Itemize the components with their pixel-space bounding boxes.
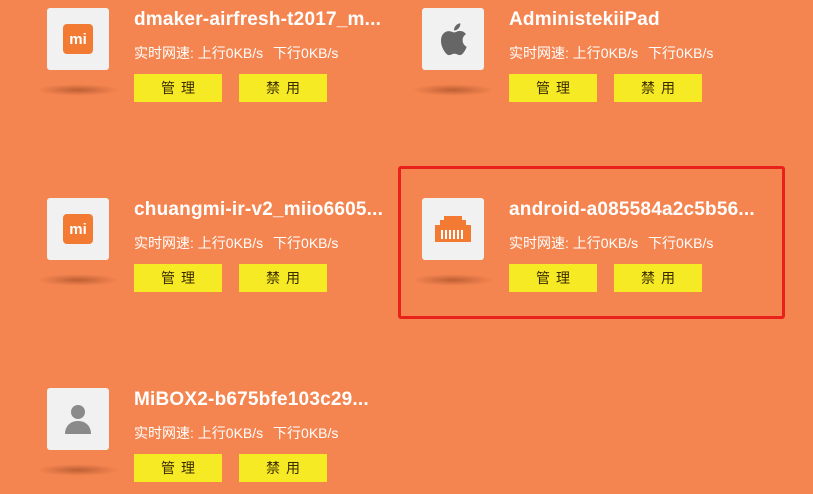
- icon-shadow: [411, 84, 495, 96]
- device-list: mi dmaker-airfresh-t2017_m... 实时网速: 上行0K…: [0, 0, 813, 494]
- download-speed: 下行0KB/s: [648, 45, 714, 61]
- disable-button[interactable]: 禁用: [239, 74, 327, 102]
- device-name: dmaker-airfresh-t2017_m...: [134, 9, 382, 30]
- user-avatar-icon: [65, 405, 91, 434]
- upload-speed: 上行0KB/s: [572, 235, 639, 251]
- speed-label: 实时网速:: [509, 235, 569, 251]
- disable-button[interactable]: 禁用: [614, 74, 702, 102]
- icon-shadow: [411, 274, 495, 286]
- device-name: MiBOX2-b675bfe103c29...: [134, 389, 369, 410]
- device-icon-box: [422, 8, 484, 70]
- device-icon-box: [422, 198, 484, 260]
- ethernet-port-icon: [435, 216, 471, 242]
- upload-speed: 上行0KB/s: [197, 425, 264, 441]
- icon-shadow: [36, 274, 120, 286]
- device-card: android-a085584a2c5b56... 实时网速: 上行0KB/s …: [375, 190, 755, 300]
- upload-speed: 上行0KB/s: [197, 235, 264, 251]
- manage-button[interactable]: 管理: [134, 454, 222, 482]
- speed-label: 实时网速:: [134, 425, 194, 441]
- disable-button[interactable]: 禁用: [239, 454, 327, 482]
- speed-label: 实时网速:: [509, 45, 569, 61]
- download-speed: 下行0KB/s: [273, 45, 339, 61]
- icon-shadow: [36, 464, 120, 476]
- download-speed: 下行0KB/s: [273, 235, 339, 251]
- device-card: mi dmaker-airfresh-t2017_m... 实时网速: 上行0K…: [0, 0, 381, 110]
- speed-row: 实时网速: 上行0KB/s 下行0KB/s: [509, 43, 713, 63]
- manage-button[interactable]: 管理: [134, 264, 222, 292]
- device-icon-box: [47, 388, 109, 450]
- xiaomi-logo-icon: mi: [63, 214, 93, 244]
- device-icon-box: mi: [47, 8, 109, 70]
- icon-shadow: [36, 84, 120, 96]
- disable-button[interactable]: 禁用: [239, 264, 327, 292]
- device-card: AdministekiiPad 实时网速: 上行0KB/s 下行0KB/s 管理…: [375, 0, 735, 110]
- xiaomi-logo-icon: mi: [63, 24, 93, 54]
- device-icon-box: mi: [47, 198, 109, 260]
- disable-button[interactable]: 禁用: [614, 264, 702, 292]
- speed-label: 实时网速:: [134, 45, 194, 61]
- device-name: chuangmi-ir-v2_miio6605...: [134, 199, 384, 220]
- speed-row: 实时网速: 上行0KB/s 下行0KB/s: [134, 423, 338, 443]
- upload-speed: 上行0KB/s: [572, 45, 639, 61]
- device-name: AdministekiiPad: [509, 9, 660, 30]
- speed-row: 实时网速: 上行0KB/s 下行0KB/s: [134, 43, 338, 63]
- upload-speed: 上行0KB/s: [197, 45, 264, 61]
- speed-label: 实时网速:: [134, 235, 194, 251]
- download-speed: 下行0KB/s: [648, 235, 714, 251]
- download-speed: 下行0KB/s: [273, 425, 339, 441]
- speed-row: 实时网速: 上行0KB/s 下行0KB/s: [509, 233, 713, 253]
- device-card: MiBOX2-b675bfe103c29... 实时网速: 上行0KB/s 下行…: [0, 380, 369, 490]
- device-card: mi chuangmi-ir-v2_miio6605... 实时网速: 上行0K…: [0, 190, 383, 300]
- apple-logo-icon: [440, 23, 467, 56]
- manage-button[interactable]: 管理: [134, 74, 222, 102]
- device-name: android-a085584a2c5b56...: [509, 199, 755, 220]
- manage-button[interactable]: 管理: [509, 264, 597, 292]
- manage-button[interactable]: 管理: [509, 74, 597, 102]
- speed-row: 实时网速: 上行0KB/s 下行0KB/s: [134, 233, 338, 253]
